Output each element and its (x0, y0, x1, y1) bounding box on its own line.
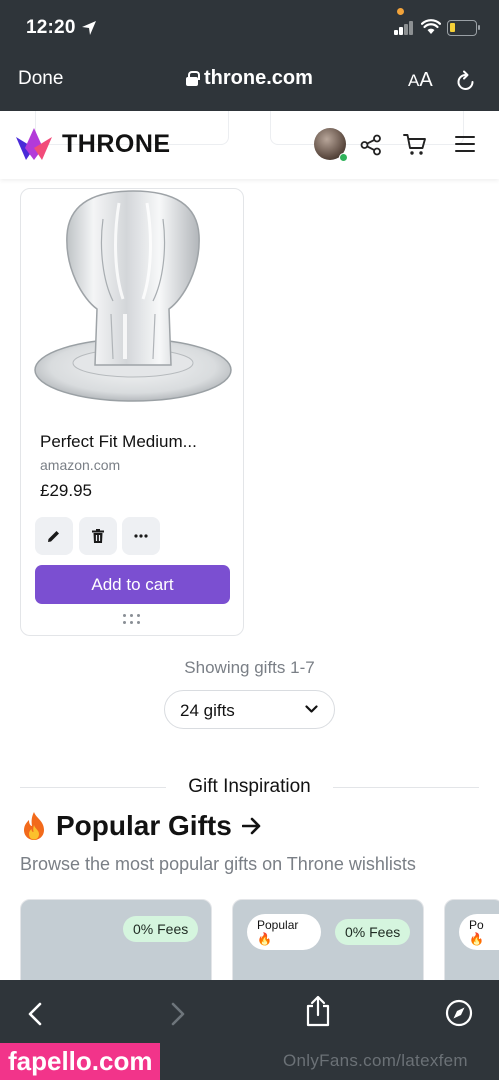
throne-logo-icon[interactable] (15, 128, 53, 160)
site-header: THRONE (0, 111, 499, 179)
popular-badge: Po 🔥 (459, 914, 499, 950)
popular-gift-card[interactable]: Popular 🔥 0% Fees (232, 899, 424, 989)
fees-badge: 0% Fees (335, 919, 411, 945)
battery-level (450, 23, 455, 32)
edit-button[interactable] (35, 517, 73, 555)
watermark-right: OnlyFans.com/latexfem (283, 1051, 468, 1070)
text-size-small: A (408, 71, 420, 90)
popular-gifts-heading[interactable]: Popular Gifts (20, 810, 262, 842)
throne-logo-text[interactable]: THRONE (62, 130, 171, 159)
product-card[interactable]: Perfect Fit Medium... amazon.com £29.95 … (20, 188, 244, 636)
lock-icon (186, 71, 200, 86)
popular-gifts-subtitle: Browse the most popular gifts on Throne … (20, 854, 416, 874)
location-arrow-icon (82, 21, 96, 35)
compass-icon[interactable] (445, 999, 473, 1027)
cellular-signal-icon (394, 21, 414, 35)
chevron-down-icon (305, 705, 318, 713)
product-price: £29.95 (40, 481, 92, 500)
fire-icon (24, 812, 44, 840)
more-options-button[interactable] (122, 517, 160, 555)
address-bar[interactable]: throne.com (186, 67, 313, 90)
cart-icon[interactable] (403, 133, 427, 157)
gifts-per-page-select[interactable]: 24 gifts (164, 690, 335, 729)
drag-handle-icon[interactable] (123, 614, 143, 626)
popular-gift-card[interactable]: 0% Fees (20, 899, 212, 989)
gift-inspiration-title: Gift Inspiration (0, 776, 499, 798)
fees-badge: 0% Fees (123, 916, 199, 942)
gifts-per-page-value: 24 gifts (180, 701, 235, 720)
share-icon[interactable] (360, 134, 382, 156)
showing-gifts-text: Showing gifts 1-7 (184, 658, 315, 677)
ellipsis-icon (134, 534, 148, 538)
popular-badge: Popular 🔥 (247, 914, 321, 950)
text-size-button[interactable]: AA (408, 69, 433, 92)
reload-icon[interactable] (456, 70, 476, 92)
wifi-icon (421, 19, 441, 34)
share-sheet-icon[interactable] (305, 995, 331, 1027)
pencil-icon (48, 531, 59, 542)
battery-icon (447, 20, 480, 36)
trash-icon (92, 529, 104, 543)
done-button[interactable]: Done (18, 68, 63, 90)
popular-gifts-text: Popular Gifts (56, 810, 232, 841)
watermark-left: fapello.com (0, 1043, 161, 1080)
fire-icon: 🔥 (469, 932, 484, 946)
online-status-dot (339, 153, 348, 162)
product-name[interactable]: Perfect Fit Medium... (40, 432, 197, 452)
status-time: 12:20 (26, 17, 76, 38)
popular-gift-card[interactable]: Po 🔥 (444, 899, 499, 989)
privacy-indicator-dot (397, 8, 404, 15)
back-icon[interactable] (27, 1002, 43, 1026)
product-image[interactable] (33, 189, 233, 411)
add-to-cart-button[interactable]: Add to cart (35, 565, 230, 604)
product-store: amazon.com (40, 457, 121, 473)
hamburger-menu-icon[interactable] (455, 136, 475, 152)
arrow-right-icon (241, 817, 261, 835)
delete-button[interactable] (79, 517, 117, 555)
fire-icon: 🔥 (257, 932, 272, 946)
browser-top-bar: 12:20 Done throne.com AA (0, 0, 499, 111)
text-size-large: A (419, 69, 433, 91)
url-text: throne.com (204, 67, 313, 89)
forward-icon[interactable] (170, 1002, 186, 1026)
